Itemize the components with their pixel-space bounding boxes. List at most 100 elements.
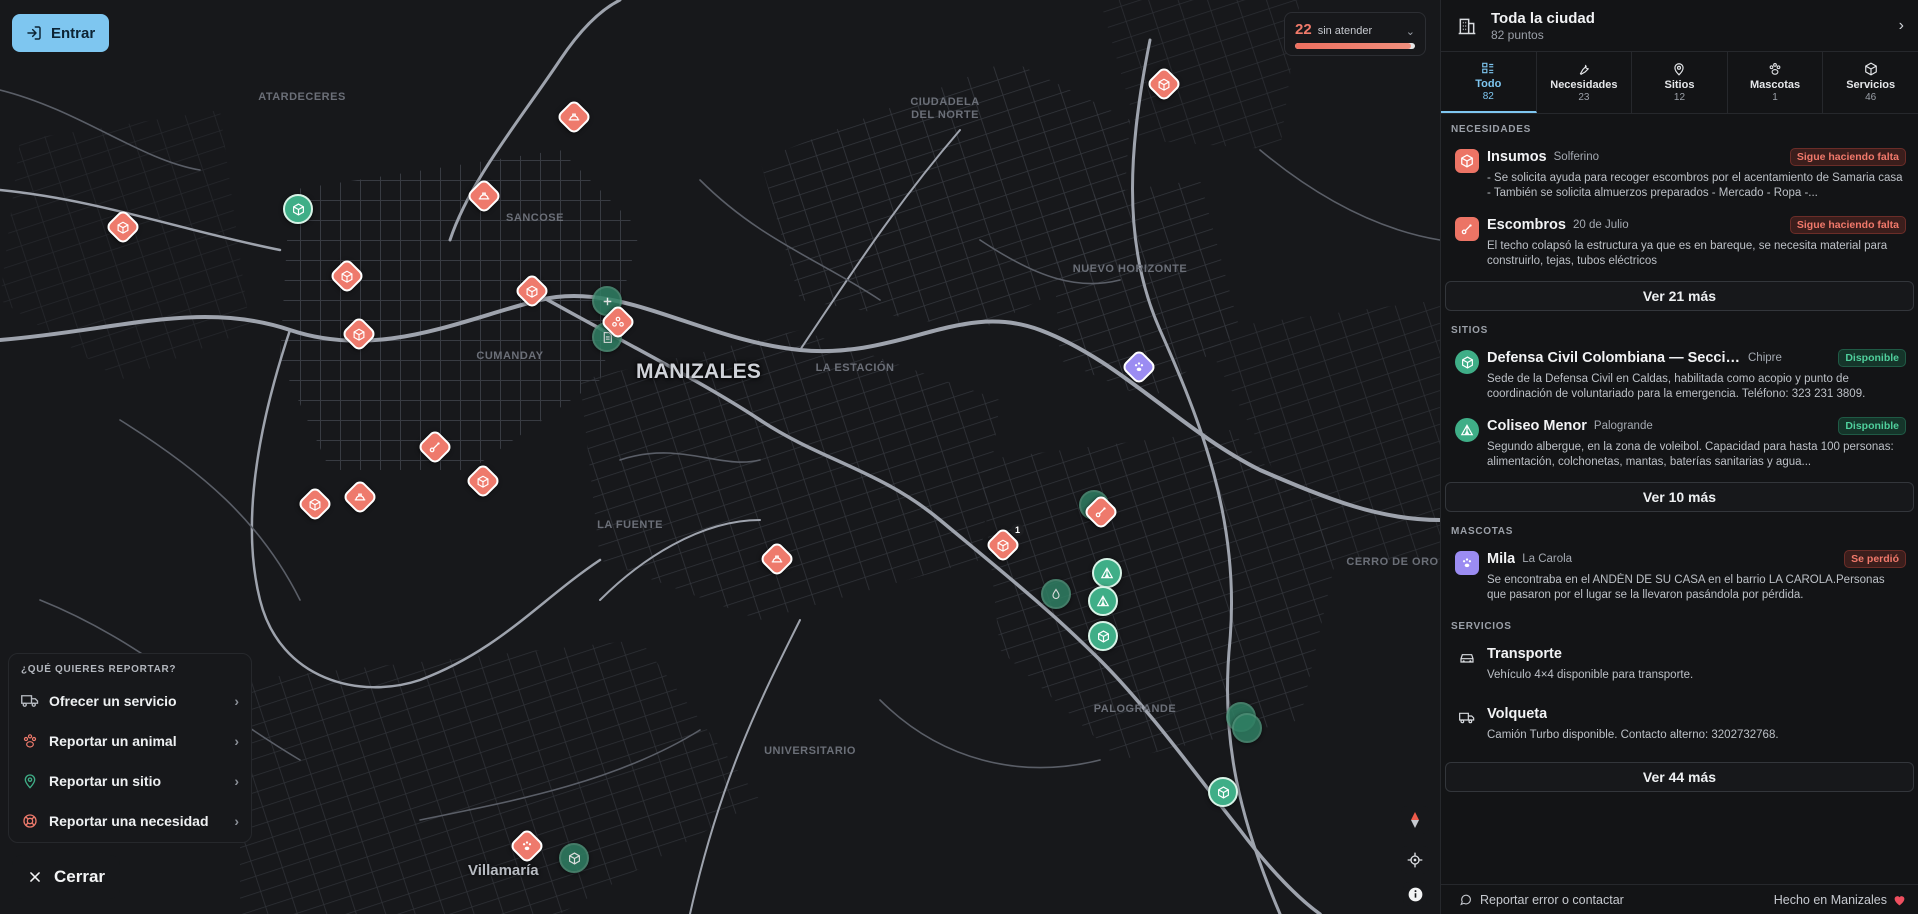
chevron-right-icon: › xyxy=(234,773,239,789)
map-marker-hazard[interactable] xyxy=(758,540,796,578)
tab-sites[interactable]: Sitios 12 xyxy=(1632,52,1728,113)
paw-icon xyxy=(23,734,37,748)
map-marker-cluster[interactable]: 1 xyxy=(984,524,1024,564)
location-pin-icon xyxy=(1674,63,1685,76)
box-icon xyxy=(341,269,353,283)
tent-icon xyxy=(1096,595,1110,607)
area-title: Toda la ciudad xyxy=(1491,9,1595,27)
map-marker-animal[interactable] xyxy=(508,827,546,865)
tab-needs[interactable]: Necesidades 23 xyxy=(1537,52,1633,113)
map-marker-pet[interactable] xyxy=(1120,348,1158,386)
map-marker-supplies[interactable] xyxy=(328,257,366,295)
chevron-right-icon: › xyxy=(234,813,239,829)
login-button[interactable]: Entrar xyxy=(12,14,110,52)
list-item-service[interactable]: Transporte Vehículo 4×4 disponible para … xyxy=(1445,638,1914,698)
report-animal-button[interactable]: Reportar un animal › xyxy=(21,721,239,761)
list-item-site[interactable]: Coliseo Menor Palogrande Disponible Segu… xyxy=(1445,410,1914,478)
list-item-need[interactable]: Escombros 20 de Julio Sigue haciendo fal… xyxy=(1445,209,1914,277)
map-marker-site[interactable] xyxy=(283,194,313,224)
see-more-services-button[interactable]: Ver 44 más xyxy=(1445,762,1914,792)
crosshair-icon xyxy=(1407,852,1423,868)
see-more-sites-button[interactable]: Ver 10 más xyxy=(1445,482,1914,512)
section-title-pets: MASCOTAS xyxy=(1451,526,1514,537)
list-item-site[interactable]: Defensa Civil Colombiana — Seccional Cal… xyxy=(1445,342,1914,410)
list-item-service[interactable]: Volqueta Camión Turbo disponible. Contac… xyxy=(1445,698,1914,758)
tab-label: Todo xyxy=(1475,78,1502,90)
tab-count: 46 xyxy=(1865,92,1877,103)
close-button[interactable]: Cerrar xyxy=(12,855,120,899)
map-marker-supplies[interactable] xyxy=(296,485,334,523)
list-item-need[interactable]: Insumos Solferino Sigue haciendo falta -… xyxy=(1445,141,1914,209)
map-marker-water[interactable] xyxy=(1041,579,1071,609)
info-icon xyxy=(1408,887,1422,901)
district-label: UNIVERSITARIO xyxy=(764,745,856,757)
area-selector[interactable]: Toda la ciudad 82 puntos › xyxy=(1441,0,1918,52)
made-in-credit: Hecho en Manizales xyxy=(1774,893,1906,907)
side-panel: Toda la ciudad 82 puntos › Todo 82 Neces… xyxy=(1440,0,1918,914)
box-icon xyxy=(309,497,321,511)
map-marker-debris[interactable] xyxy=(1082,493,1120,531)
item-location: Palogrande xyxy=(1593,420,1653,432)
report-menu: ¿QUÉ QUIERES REPORTAR? Ofrecer un servic… xyxy=(8,653,252,843)
map[interactable]: ATARDECERES SANCOSE CUMANDAY LA ESTACIÓN… xyxy=(0,0,1440,914)
report-animal-label: Reportar un animal xyxy=(49,733,177,749)
map-marker-debris[interactable] xyxy=(416,428,454,466)
map-marker-site[interactable] xyxy=(1088,621,1118,651)
map-marker-supplies[interactable] xyxy=(340,315,378,353)
report-site-button[interactable]: Reportar un sitio › xyxy=(21,761,239,801)
login-label: Entrar xyxy=(51,24,96,42)
map-marker-supplies[interactable] xyxy=(104,208,142,246)
report-error-link[interactable]: Reportar error o contactar xyxy=(1459,893,1624,907)
box-icon xyxy=(568,851,580,865)
map-marker-site[interactable] xyxy=(1232,713,1262,743)
map-marker-supplies[interactable] xyxy=(464,462,502,500)
tab-pets[interactable]: Mascotas 1 xyxy=(1728,52,1824,113)
tab-services[interactable]: Servicios 46 xyxy=(1823,52,1918,113)
compass-button[interactable] xyxy=(1401,806,1429,834)
box-icon xyxy=(1461,355,1473,369)
map-marker-hazard[interactable] xyxy=(341,478,379,516)
heart-icon xyxy=(1894,895,1905,905)
panel-footer: Reportar error o contactar Hecho en Mani… xyxy=(1441,884,1918,914)
map-marker-need[interactable] xyxy=(599,303,637,341)
district-label: LA FUENTE xyxy=(597,519,663,531)
helmet-icon xyxy=(568,113,580,121)
helmet-icon xyxy=(771,555,783,563)
car-icon xyxy=(1460,654,1474,663)
locate-me-button[interactable] xyxy=(1401,846,1429,874)
town-label: Villamaría xyxy=(468,862,539,879)
map-marker-shelter[interactable] xyxy=(1092,558,1122,588)
cluster-count-badge: 1 xyxy=(1010,524,1024,536)
district-label: SANCOSE xyxy=(506,212,564,224)
item-location: Chipre xyxy=(1748,352,1782,364)
helmet-icon xyxy=(354,493,366,501)
map-marker-site[interactable] xyxy=(559,843,589,873)
map-marker-hazard[interactable] xyxy=(465,177,503,215)
map-marker-shelter[interactable] xyxy=(1088,586,1118,616)
building-icon xyxy=(1458,18,1476,34)
truck-icon xyxy=(21,695,39,707)
section-title-needs: NECESIDADES xyxy=(1451,124,1531,135)
map-marker-supplies[interactable] xyxy=(513,272,551,310)
unattended-counter[interactable]: 22 sin atender ⌄ xyxy=(1284,12,1426,56)
see-more-needs-button[interactable]: Ver 21 más xyxy=(1445,281,1914,311)
info-button[interactable] xyxy=(1403,882,1427,906)
map-marker-site[interactable] xyxy=(1208,777,1238,807)
map-marker-hazard[interactable] xyxy=(555,98,593,136)
box-icon xyxy=(353,327,365,341)
made-in-label: Hecho en Manizales xyxy=(1773,892,1887,907)
item-description: Segundo albergue, en la zona de voleibol… xyxy=(1487,441,1894,468)
city-label: MANIZALES xyxy=(636,360,762,383)
map-marker-supplies[interactable] xyxy=(1145,65,1183,103)
offer-service-button[interactable]: Ofrecer un servicio › xyxy=(21,681,239,721)
item-description: El techo colapsó la estructura ya que es… xyxy=(1487,240,1888,267)
tab-label: Sitios xyxy=(1664,79,1695,91)
status-badge: Disponible xyxy=(1838,349,1906,367)
status-badge: Se perdió xyxy=(1844,550,1906,568)
tab-count: 82 xyxy=(1482,91,1494,102)
item-description: Camión Turbo disponible. Contacto altern… xyxy=(1487,729,1779,741)
status-badge: Sigue haciendo falta xyxy=(1789,216,1906,234)
list-item-pet[interactable]: Mila La Carola Se perdió Se encontraba e… xyxy=(1445,543,1914,611)
report-need-button[interactable]: Reportar una necesidad › xyxy=(21,801,239,841)
tab-all[interactable]: Todo 82 xyxy=(1441,52,1537,113)
